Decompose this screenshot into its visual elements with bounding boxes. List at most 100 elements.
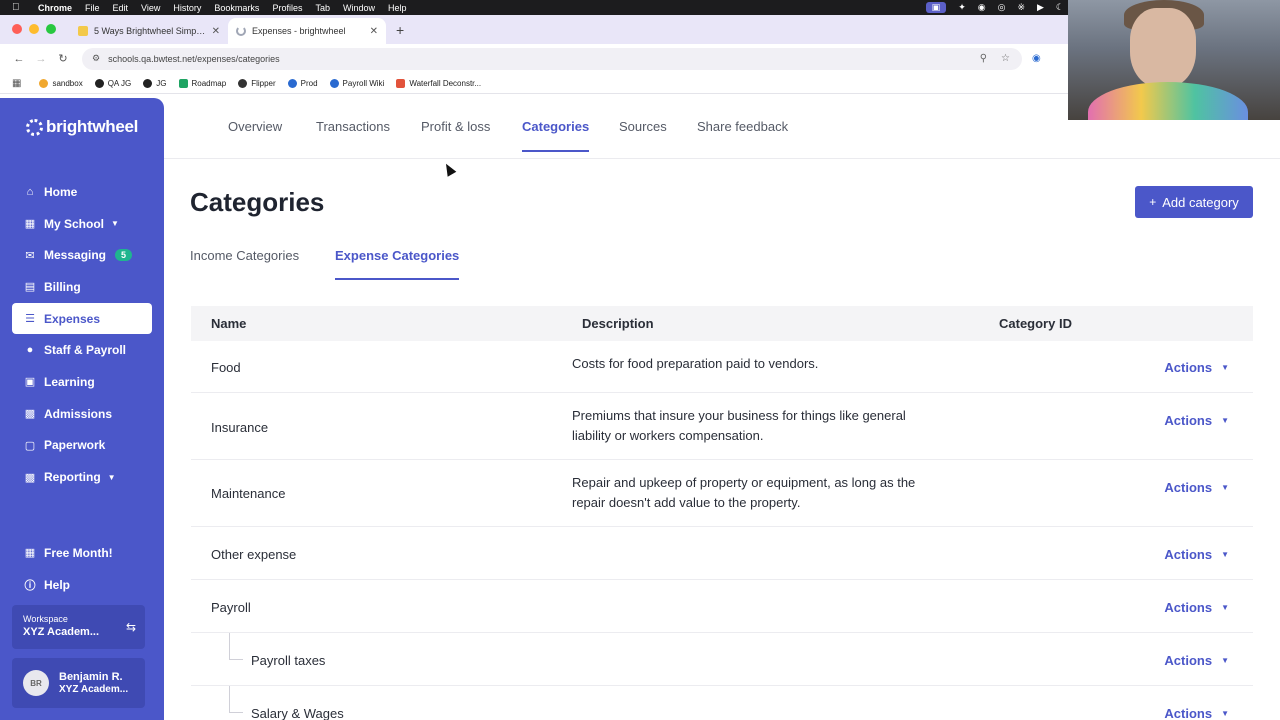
caret-down-icon: ▼ bbox=[1221, 603, 1229, 612]
sidebar-item-paperwork[interactable]: ▢ Paperwork bbox=[12, 430, 152, 462]
actions-dropdown[interactable]: Actions ▼ bbox=[1164, 547, 1229, 562]
actions-dropdown[interactable]: Actions ▼ bbox=[1164, 653, 1229, 668]
gift-icon: ▦ bbox=[24, 547, 36, 560]
paperwork-icon: ▢ bbox=[24, 439, 36, 452]
swap-arrows-icon[interactable]: ⇆ bbox=[126, 620, 136, 634]
menu-bookmarks[interactable]: Bookmarks bbox=[214, 3, 259, 13]
menu-history[interactable]: History bbox=[173, 3, 201, 13]
bookmark-qa-jg[interactable]: QA JG bbox=[94, 78, 131, 88]
site-settings-icon[interactable]: ⚙ bbox=[92, 53, 100, 64]
admissions-icon: ▩ bbox=[24, 408, 36, 421]
expenses-icon: ☰ bbox=[25, 313, 35, 326]
close-tab-icon[interactable]: ✕ bbox=[212, 26, 220, 37]
bookmark-sandbox[interactable]: sandbox bbox=[39, 78, 83, 88]
sidebar-item-staff-payroll[interactable]: ● Staff & Payroll bbox=[12, 334, 152, 366]
page-title: Categories bbox=[190, 187, 325, 217]
bookmark-flipper[interactable]: Flipper bbox=[238, 78, 276, 88]
bluetooth-icon[interactable]: ※ bbox=[1017, 2, 1025, 13]
column-header-category-id: Category ID bbox=[999, 316, 1072, 331]
zoom-icon[interactable]: ⚲ bbox=[980, 53, 987, 64]
url-text[interactable]: schools.qa.bwtest.net/expenses/categorie… bbox=[108, 54, 280, 64]
sidebar-item-reporting[interactable]: ▩ Reporting ▼ bbox=[12, 461, 152, 493]
actions-dropdown[interactable]: Actions ▼ bbox=[1164, 600, 1229, 615]
bookmark-favicon-icon bbox=[287, 78, 297, 88]
menubar-status-icons: ▣ ✦ ◉ ◎ ※ ▶ ☾ bbox=[925, 0, 1064, 15]
sidebar-item-billing[interactable]: ▤ Billing bbox=[12, 271, 152, 303]
browser-tab-active[interactable]: Expenses - brightwheel ✕ bbox=[228, 18, 386, 44]
reload-icon[interactable]: ↻ bbox=[52, 52, 74, 65]
tab-overview[interactable]: Overview bbox=[228, 119, 282, 134]
sidebar-item-admissions[interactable]: ▩ Admissions bbox=[12, 398, 152, 430]
address-bar[interactable]: ⚙ schools.qa.bwtest.net/expenses/categor… bbox=[82, 47, 1022, 70]
tree-connector bbox=[229, 712, 243, 713]
tab-transactions[interactable]: Transactions bbox=[316, 119, 390, 134]
menu-window[interactable]: Window bbox=[343, 3, 375, 13]
category-description: Costs for food preparation paid to vendo… bbox=[572, 356, 819, 371]
menu-chrome[interactable]: Chrome bbox=[38, 3, 72, 13]
grammar-icon[interactable]: ◉ bbox=[978, 2, 986, 13]
add-category-button[interactable]: + Add category bbox=[1135, 186, 1253, 218]
menu-help[interactable]: Help bbox=[388, 3, 407, 13]
bookmark-favicon-icon bbox=[238, 78, 248, 88]
bookmark-prod[interactable]: Prod bbox=[287, 78, 318, 88]
sidebar-item-help[interactable]: ⓘ Help bbox=[12, 569, 152, 601]
bookmark-favicon-icon bbox=[39, 78, 49, 88]
tab-income-categories[interactable]: Income Categories bbox=[190, 248, 299, 263]
tab-title: Expenses - brightwheel bbox=[252, 26, 346, 36]
apps-grid-icon[interactable]: ▦ bbox=[12, 78, 21, 89]
password-icon[interactable]: ◎ bbox=[998, 2, 1006, 13]
tab-share-feedback[interactable]: Share feedback bbox=[697, 119, 788, 134]
webcam-person-face bbox=[1130, 8, 1196, 88]
billing-icon: ▤ bbox=[24, 281, 36, 294]
sidebar-item-home[interactable]: ⌂ Home bbox=[12, 176, 152, 208]
category-name: Payroll bbox=[211, 600, 251, 615]
sidebar-item-learning[interactable]: ▣ Learning bbox=[12, 366, 152, 398]
user-profile[interactable]: BR Benjamin R. XYZ Academ... bbox=[12, 658, 145, 708]
tab-profit-loss[interactable]: Profit & loss bbox=[421, 119, 490, 134]
extension-icon[interactable]: ◉ bbox=[1032, 53, 1041, 64]
menu-profiles[interactable]: Profiles bbox=[272, 3, 302, 13]
table-row: Other expense Actions ▼ bbox=[191, 527, 1253, 580]
menu-file[interactable]: File bbox=[85, 3, 100, 13]
apple-icon[interactable]:  bbox=[12, 2, 24, 13]
browser-tab[interactable]: 5 Ways Brightwheel Simplifie ✕ bbox=[70, 18, 228, 44]
table-row-child: Salary & Wages Actions ▼ bbox=[191, 686, 1253, 720]
moon-icon[interactable]: ☾ bbox=[1056, 2, 1064, 13]
close-window-icon[interactable] bbox=[12, 24, 22, 34]
bookmark-favicon-icon bbox=[396, 78, 406, 88]
bookmark-star-icon[interactable]: ☆ bbox=[1001, 53, 1010, 64]
tab-sources[interactable]: Sources bbox=[619, 119, 667, 134]
sidebar-item-messaging[interactable]: ✉ Messaging 5 bbox=[12, 239, 152, 271]
actions-dropdown[interactable]: Actions ▼ bbox=[1164, 480, 1229, 495]
plus-icon: + bbox=[1149, 195, 1157, 209]
menu-edit[interactable]: Edit bbox=[113, 3, 129, 13]
close-tab-icon[interactable]: ✕ bbox=[370, 26, 378, 37]
sidebar-item-my-school[interactable]: ▦ My School ▼ bbox=[12, 208, 152, 240]
bookmark-waterfall[interactable]: Waterfall Deconstr... bbox=[396, 78, 481, 88]
sidebar-item-expenses[interactable]: ☰ Expenses bbox=[12, 302, 152, 335]
play-icon[interactable]: ▶ bbox=[1037, 2, 1044, 13]
screen-share-icon[interactable]: ▣ bbox=[925, 2, 947, 13]
back-arrow-icon[interactable]: ← bbox=[8, 53, 30, 65]
menu-tab[interactable]: Tab bbox=[315, 3, 330, 13]
maximize-window-icon[interactable] bbox=[46, 24, 56, 34]
forward-arrow-icon[interactable]: → bbox=[30, 53, 52, 65]
bookmark-roadmap[interactable]: Roadmap bbox=[178, 78, 226, 88]
sidebar-nav: ⌂ Home ▦ My School ▼ ✉ Messaging 5 ▤ Bil… bbox=[12, 176, 152, 493]
minimize-window-icon[interactable] bbox=[29, 24, 39, 34]
bookmark-payroll-wiki[interactable]: Payroll Wiki bbox=[329, 78, 384, 88]
extension-icon[interactable]: ✦ bbox=[958, 2, 966, 13]
tab-favicon-icon bbox=[78, 26, 88, 36]
tab-categories[interactable]: Categories bbox=[522, 119, 590, 152]
actions-dropdown[interactable]: Actions ▼ bbox=[1164, 413, 1229, 428]
actions-dropdown[interactable]: Actions ▼ bbox=[1164, 360, 1229, 375]
brightwheel-logo[interactable]: brightwheel bbox=[26, 117, 138, 137]
actions-dropdown[interactable]: Actions ▼ bbox=[1164, 706, 1229, 720]
tab-expense-categories[interactable]: Expense Categories bbox=[335, 248, 460, 280]
workspace-switcher[interactable]: Workspace XYZ Academ... ⇆ bbox=[12, 605, 145, 649]
sidebar-item-free-month[interactable]: ▦ Free Month! bbox=[12, 537, 152, 569]
bookmark-jg[interactable]: JG bbox=[143, 78, 167, 88]
menu-view[interactable]: View bbox=[141, 3, 160, 13]
message-icon: ✉ bbox=[25, 249, 35, 262]
new-tab-icon[interactable]: + bbox=[396, 22, 404, 38]
